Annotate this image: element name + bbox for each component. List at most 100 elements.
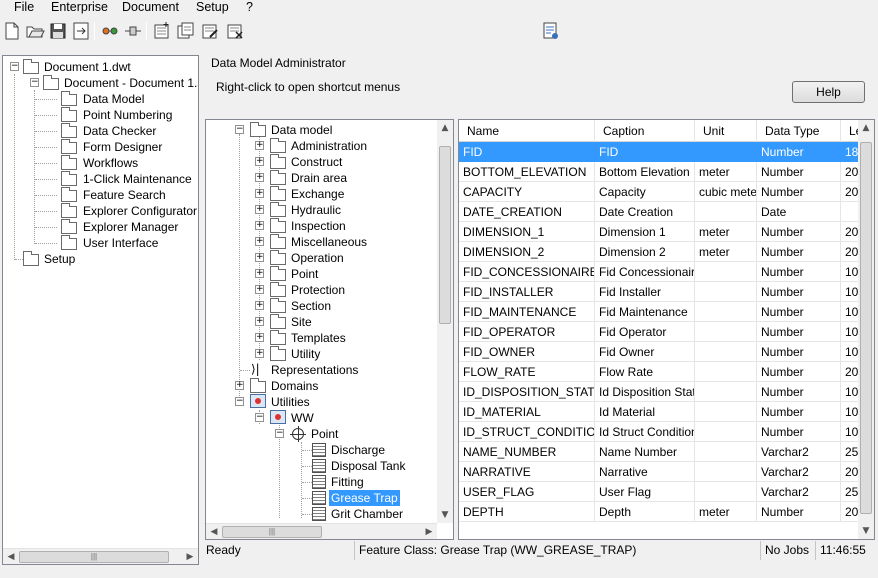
cell-data-type[interactable]: Number — [757, 362, 841, 382]
cell-length[interactable]: 10 — [841, 302, 859, 322]
cell-caption[interactable]: Fid Installer — [595, 282, 695, 302]
export-icon[interactable] — [71, 21, 91, 41]
tree-item-workflows[interactable]: Workflows — [83, 155, 138, 171]
edit-feature-class-icon[interactable] — [200, 21, 220, 41]
table-row[interactable]: FID_OPERATOR Fid Operator Number 10 — [459, 322, 859, 342]
collapse-icon[interactable]: − — [275, 429, 284, 438]
tree-item-domains[interactable]: Domains — [271, 378, 318, 394]
cell-length[interactable]: 10 — [841, 322, 859, 342]
tree-item-feature-search[interactable]: Feature Search — [83, 187, 166, 203]
cell-length[interactable] — [841, 202, 859, 222]
expand-icon[interactable]: + — [255, 285, 264, 294]
column-header-unit[interactable]: Unit — [695, 120, 757, 142]
tree-group-exchange[interactable]: Exchange — [291, 186, 344, 202]
document-settings-icon[interactable] — [541, 21, 561, 41]
cell-length[interactable]: 20 — [841, 462, 859, 482]
scroll-down-icon[interactable]: ▼ — [437, 507, 453, 523]
tree-vertical-scrollbar[interactable]: ▲ ▼ — [437, 120, 453, 523]
save-icon[interactable] — [48, 21, 68, 41]
new-icon[interactable] — [2, 21, 22, 41]
cell-data-type[interactable]: Number — [757, 142, 841, 162]
table-row[interactable]: DATE_CREATION Date Creation Date — [459, 202, 859, 222]
cell-unit[interactable] — [695, 362, 757, 382]
expand-icon[interactable]: + — [255, 349, 264, 358]
cell-caption[interactable]: Fid Operator — [595, 322, 695, 342]
table-row[interactable]: FID_CONCESSIONAIRE Fid Concessionaire Numb… — [459, 262, 859, 282]
cell-data-type[interactable]: Number — [757, 282, 841, 302]
cell-data-type[interactable]: Number — [757, 262, 841, 282]
table-row[interactable]: BOTTOM_ELEVATION Bottom Elevation meter Num… — [459, 162, 859, 182]
data-model-tree[interactable]: − Data model + Administration + Construc… — [205, 119, 454, 540]
cell-length[interactable]: 20 — [841, 222, 859, 242]
tree-group-construct[interactable]: Construct — [291, 154, 342, 170]
cell-length[interactable]: 18 — [841, 142, 859, 162]
cell-unit[interactable] — [695, 402, 757, 422]
cell-unit[interactable] — [695, 462, 757, 482]
cell-unit[interactable]: meter — [695, 222, 757, 242]
cell-unit[interactable] — [695, 262, 757, 282]
expand-icon[interactable]: + — [255, 333, 264, 342]
table-row[interactable]: ID_DISPOSITION_STATE Id Disposition State… — [459, 382, 859, 402]
scroll-left-icon[interactable]: ◀ — [3, 549, 19, 564]
cell-name[interactable]: DIMENSION_1 — [459, 222, 595, 242]
tree-item-point[interactable]: Point — [311, 426, 338, 442]
cell-length[interactable]: 25 — [841, 482, 859, 502]
cell-unit[interactable] — [695, 422, 757, 442]
cell-data-type[interactable]: Number — [757, 242, 841, 262]
cell-caption[interactable]: Narrative — [595, 462, 695, 482]
cell-caption[interactable]: Bottom Elevation — [595, 162, 695, 182]
cell-name[interactable]: FID_OWNER — [459, 342, 595, 362]
scroll-thumb[interactable]: ||| — [222, 526, 322, 538]
tree-group-inspection[interactable]: Inspection — [291, 218, 346, 234]
document-tree[interactable]: − Document 1.dwt − Document - Document 1… — [2, 55, 199, 565]
cell-unit[interactable] — [695, 342, 757, 362]
tree-group-templates[interactable]: Templates — [291, 330, 346, 346]
tree-group-protection[interactable]: Protection — [291, 282, 345, 298]
table-row[interactable]: DIMENSION_2 Dimension 2 meter Number 20 — [459, 242, 859, 262]
cell-caption[interactable]: Capacity — [595, 182, 695, 202]
menu-document[interactable]: Document — [122, 0, 179, 15]
column-header-data-type[interactable]: Data Type — [757, 120, 841, 142]
cell-data-type[interactable]: Varchar2 — [757, 482, 841, 502]
cell-caption[interactable]: Fid Concessionaire — [595, 262, 695, 282]
collapse-icon[interactable]: − — [30, 78, 39, 87]
table-row[interactable]: CAPACITY Capacity cubic meter Number 20 — [459, 182, 859, 202]
scroll-thumb[interactable] — [439, 146, 451, 324]
cell-caption[interactable]: User Flag — [595, 482, 695, 502]
cell-caption[interactable]: Flow Rate — [595, 362, 695, 382]
cell-name[interactable]: FID — [459, 142, 595, 162]
cell-unit[interactable] — [695, 322, 757, 342]
cell-length[interactable]: 10 — [841, 262, 859, 282]
cell-name[interactable]: FID_INSTALLER — [459, 282, 595, 302]
scroll-thumb[interactable]: ||| — [19, 551, 169, 563]
expand-icon[interactable]: + — [255, 237, 264, 246]
tree-item-explorer-manager[interactable]: Explorer Manager — [83, 219, 178, 235]
connect-icon[interactable] — [123, 21, 143, 41]
tree-group-section[interactable]: Section — [291, 298, 331, 314]
cell-unit[interactable] — [695, 302, 757, 322]
column-header-length[interactable]: Le — [841, 120, 859, 142]
tree-item-data-model-root[interactable]: Data model — [271, 122, 332, 138]
table-row[interactable]: FID FID Number 18 — [459, 142, 859, 162]
scroll-left-icon[interactable]: ◀ — [206, 524, 222, 539]
copy-feature-class-icon[interactable] — [176, 21, 196, 41]
cell-caption[interactable]: Id Struct Condition — [595, 422, 695, 442]
scroll-right-icon[interactable]: ▶ — [182, 549, 198, 564]
cell-caption[interactable]: Name Number — [595, 442, 695, 462]
menu-enterprise[interactable]: Enterprise — [51, 0, 108, 15]
expand-icon[interactable]: + — [255, 269, 264, 278]
tree-item-document[interactable]: Document - Document 1.sqlit — [64, 75, 198, 91]
table-row[interactable]: FID_MAINTENANCE Fid Maintenance Number 10 — [459, 302, 859, 322]
tree-item-explorer-configurator[interactable]: Explorer Configurator — [83, 203, 197, 219]
cell-name[interactable]: ID_MATERIAL — [459, 402, 595, 422]
cell-name[interactable]: BOTTOM_ELEVATION — [459, 162, 595, 182]
expand-icon[interactable]: + — [255, 157, 264, 166]
tree-group-operation[interactable]: Operation — [291, 250, 344, 266]
collapse-icon[interactable]: − — [10, 62, 19, 71]
cell-length[interactable]: 20 — [841, 162, 859, 182]
cell-length[interactable]: 20 — [841, 362, 859, 382]
expand-icon[interactable]: + — [255, 205, 264, 214]
tree-item-utilities[interactable]: Utilities — [271, 394, 310, 410]
cell-name[interactable]: USER_FLAG — [459, 482, 595, 502]
tree-item-ww[interactable]: WW — [291, 410, 314, 426]
